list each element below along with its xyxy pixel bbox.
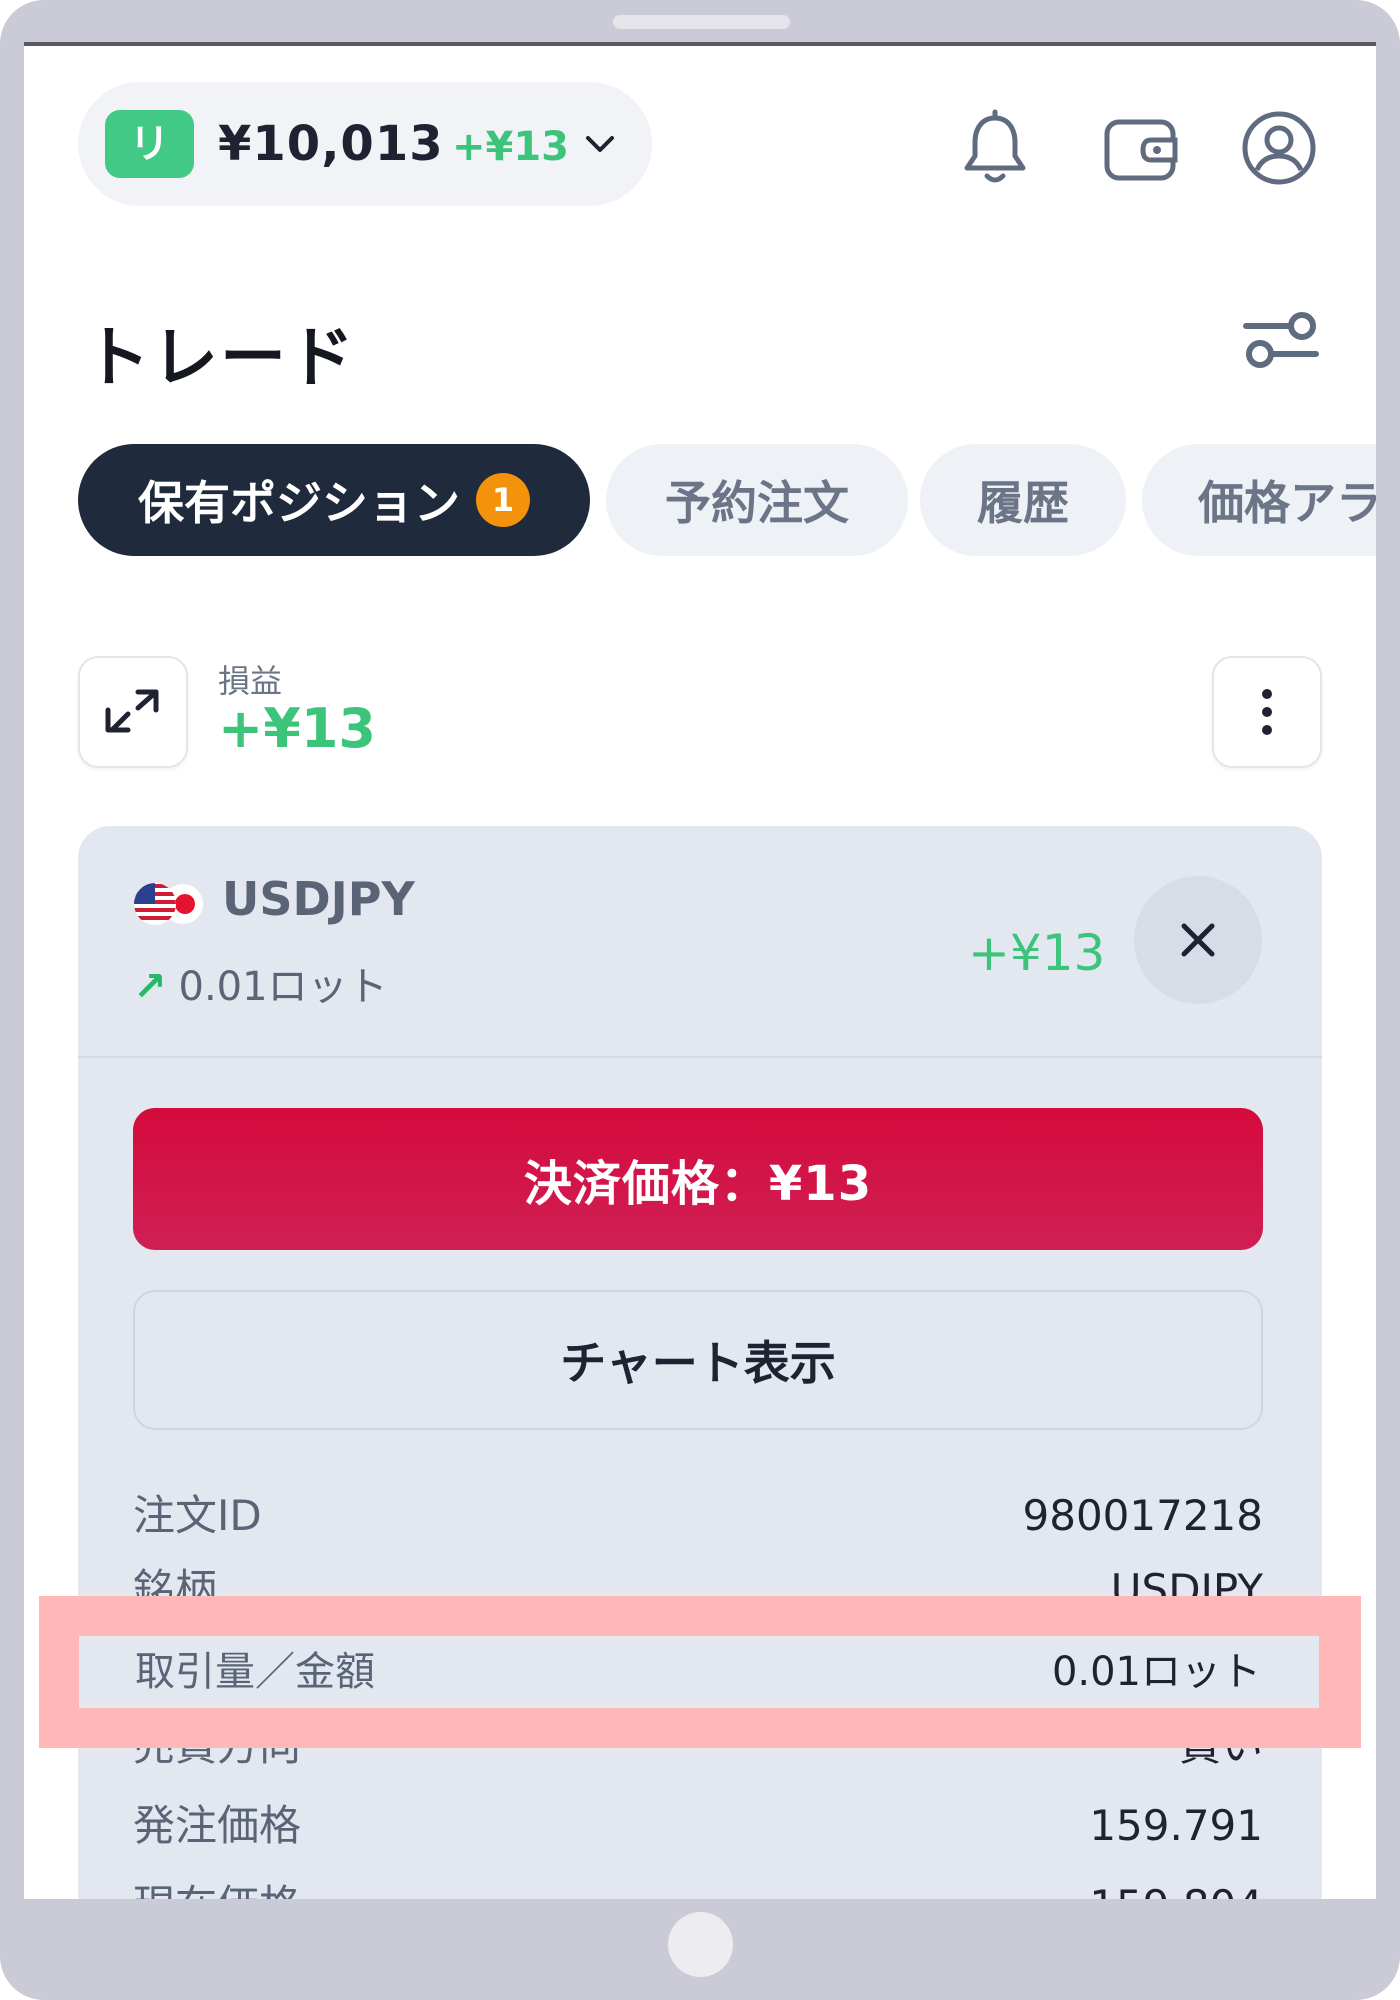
tab-label: 保有ポジション bbox=[138, 476, 460, 530]
card-divider bbox=[78, 1056, 1322, 1058]
detail-row-volume: 取引量／金額 0.01ロット bbox=[79, 1636, 1319, 1708]
wallet-icon[interactable] bbox=[1101, 108, 1181, 188]
tab-pending-orders[interactable]: 予約注文 bbox=[606, 444, 908, 556]
device-speaker-slot bbox=[613, 15, 790, 29]
swap-arrows-icon bbox=[105, 689, 159, 733]
position-count-badge: 1 bbox=[476, 473, 530, 527]
tab-history[interactable]: 履歴 bbox=[920, 444, 1126, 556]
detail-row-current-price: 現在価格 159.804 bbox=[133, 1866, 1263, 1899]
bell-icon[interactable] bbox=[955, 108, 1035, 188]
swap-view-button[interactable] bbox=[78, 656, 188, 768]
detail-value: 980017218 bbox=[1022, 1491, 1264, 1540]
page-title: トレード bbox=[84, 319, 356, 396]
tab-price-alerts[interactable]: 価格アラ bbox=[1142, 444, 1376, 556]
usd-jpy-flags-icon bbox=[134, 883, 203, 925]
detail-value: 159.804 bbox=[1089, 1866, 1263, 1899]
detail-value: 0.01ロット bbox=[1051, 1649, 1261, 1695]
detail-row-order-price: 発注価格 159.791 bbox=[133, 1786, 1263, 1866]
close-position-button[interactable] bbox=[1134, 876, 1262, 1004]
detail-key: 注文ID bbox=[133, 1491, 262, 1540]
filter-settings-icon[interactable] bbox=[1242, 308, 1320, 372]
highlight-overlay: 取引量／金額 0.01ロット bbox=[39, 1596, 1361, 1748]
position-lot-value: 0.01ロット bbox=[178, 964, 388, 1010]
close-icon bbox=[1181, 923, 1215, 957]
user-avatar-icon[interactable] bbox=[1239, 108, 1319, 188]
position-symbol: USDJPY bbox=[222, 872, 415, 926]
account-type-badge: リ bbox=[105, 110, 194, 178]
detail-key: 取引量／金額 bbox=[135, 1649, 375, 1695]
detail-row-order-id: 注文ID 980017218 bbox=[133, 1476, 1263, 1556]
account-balance: ¥10,013 bbox=[218, 116, 444, 172]
summary-pnl-label: 損益 bbox=[218, 662, 283, 700]
chevron-down-icon bbox=[586, 136, 614, 152]
device-home-button[interactable] bbox=[668, 1912, 733, 1977]
settle-position-button[interactable]: 決済価格：¥13 bbox=[133, 1108, 1263, 1250]
tablet-frame: リ ¥10,013 +¥13 トレード 保有ポジション 1 予約注文 履歴 価格… bbox=[0, 0, 1400, 2000]
detail-key: 発注価格 bbox=[133, 1801, 302, 1850]
detail-key: 現在価格 bbox=[133, 1866, 301, 1899]
more-vertical-icon bbox=[1262, 689, 1272, 735]
summary-pnl-value: +¥13 bbox=[218, 697, 376, 760]
buy-direction-arrow-icon: ↗ bbox=[133, 964, 167, 1010]
account-selector[interactable]: リ ¥10,013 +¥13 bbox=[78, 82, 652, 206]
more-options-button[interactable] bbox=[1212, 656, 1322, 768]
account-pnl: +¥13 bbox=[452, 124, 570, 170]
position-pnl: +¥13 bbox=[968, 924, 1106, 982]
detail-value: 159.791 bbox=[1089, 1801, 1263, 1850]
position-lot: ↗ 0.01ロット bbox=[133, 954, 388, 1012]
show-chart-button[interactable]: チャート表示 bbox=[133, 1290, 1263, 1430]
tab-open-positions[interactable]: 保有ポジション 1 bbox=[78, 444, 590, 556]
